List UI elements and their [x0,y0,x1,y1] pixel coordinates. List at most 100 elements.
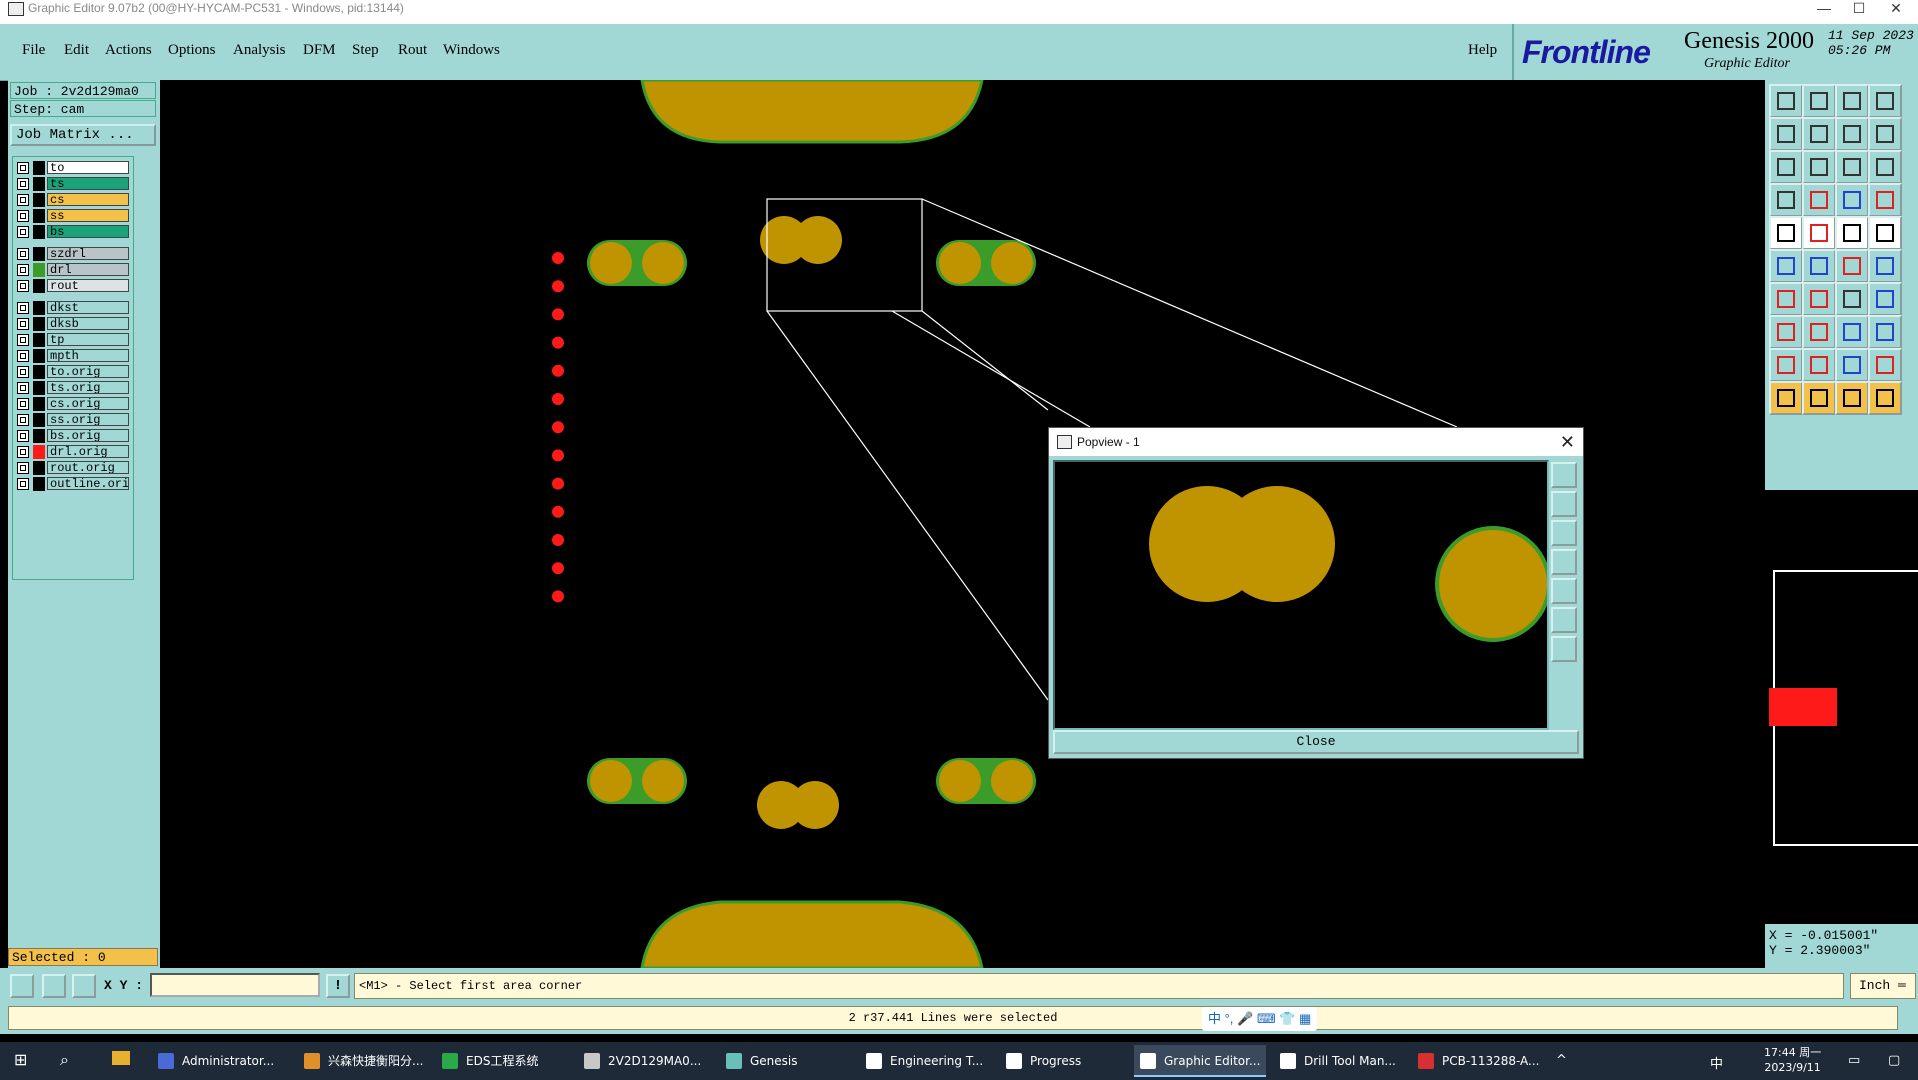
taskbar-app[interactable]: EDS工程系统 [436,1045,570,1077]
pad-icon[interactable] [1769,249,1803,283]
layer-checkbox[interactable] [17,382,29,394]
dot-icon[interactable] [1868,216,1902,250]
taskbar-app[interactable]: Graphic Editor... [1134,1045,1266,1077]
zoom-prev-icon[interactable] [1769,117,1803,151]
job-matrix-button[interactable]: Job Matrix ... [10,124,156,146]
arrow4-icon[interactable] [1868,381,1902,415]
layer-checkbox[interactable] [17,248,29,260]
fit-icon[interactable] [1551,607,1577,633]
measure-icon[interactable] [1868,183,1902,217]
dots-icon[interactable] [1868,249,1902,283]
layer-row[interactable]: bs.orig [13,429,133,443]
fit-icon[interactable] [1769,150,1803,184]
menu-help[interactable]: Help [1468,42,1497,59]
layer-checkbox[interactable] [17,398,29,410]
measure-mode-icon[interactable] [42,974,66,998]
layer-name[interactable]: to.orig [47,365,129,378]
layer-name[interactable]: drl.orig [47,445,129,458]
layer-row[interactable]: to.orig [13,365,133,379]
layer-name[interactable]: rout [47,279,129,292]
arrow3-icon[interactable] [1835,381,1869,415]
layer-checkbox[interactable] [17,318,29,330]
layer-row[interactable]: ss [13,209,133,223]
taskbar-app[interactable]: 2V2D129MA0... [578,1045,712,1077]
group-icon[interactable] [1868,315,1902,349]
insert-icon[interactable] [1835,315,1869,349]
search-icon[interactable]: ⌕ [60,1050,69,1070]
cross-icon[interactable] [1802,249,1836,283]
layer-checkbox[interactable] [17,226,29,238]
panel-icon[interactable] [1868,84,1902,118]
layer-checkbox[interactable] [17,264,29,276]
layer-checkbox[interactable] [17,178,29,190]
tri4-icon[interactable] [1868,348,1902,382]
pan-icon[interactable] [1868,117,1902,151]
move-icon[interactable] [1769,315,1803,349]
popview-close-button[interactable]: Close [1053,730,1579,754]
layer-checkbox[interactable] [17,478,29,490]
layer-checkbox[interactable] [17,162,29,174]
select-icon[interactable] [1769,216,1803,250]
save-icon[interactable] [1802,84,1836,118]
pan-left-icon[interactable] [1551,549,1577,575]
layer-row[interactable]: cs.orig [13,397,133,411]
ruler-icon[interactable] [1835,216,1869,250]
popview-canvas[interactable] [1053,460,1549,730]
zoom-in-icon[interactable] [1835,117,1869,151]
menu-file[interactable]: File [22,42,45,59]
menu-rout[interactable]: Rout [398,42,427,59]
arc-icon[interactable] [1835,282,1869,316]
layer-row[interactable]: szdrl [13,247,133,261]
arrow2-icon[interactable] [1802,381,1836,415]
tray-chevron-icon[interactable]: ^ [1556,1053,1567,1068]
layer-row[interactable]: ss.orig [13,413,133,427]
unit-selector[interactable]: Inch ═ [1850,973,1916,999]
layer-row[interactable]: rout.orig [13,461,133,475]
layer-checkbox[interactable] [17,446,29,458]
maximize-button[interactable]: ☐ [1845,0,1873,18]
snap-mode-icon[interactable] [10,974,34,998]
layer-row[interactable]: to [13,161,133,175]
menu-step[interactable]: Step [352,42,379,59]
layer-checkbox[interactable] [17,350,29,362]
query-icon[interactable] [1868,150,1902,184]
layer-row[interactable]: outline.orig [13,477,133,491]
taskbar-app[interactable]: Genesis [720,1045,850,1077]
start-icon[interactable]: ⊞ [14,1050,27,1069]
home-icon[interactable] [1835,84,1869,118]
menu-edit[interactable]: Edit [64,42,89,59]
arrow-icon[interactable] [1769,381,1803,415]
layer-name[interactable]: to [47,161,129,174]
layer-checkbox[interactable] [17,462,29,474]
layer-name[interactable]: cs.orig [47,397,129,410]
layer-name[interactable]: ss.orig [47,413,129,426]
layer-name[interactable]: cs [47,193,129,206]
taskbar-app[interactable]: Progress [1000,1045,1124,1077]
menu-windows[interactable]: Windows [443,42,500,59]
layer-name[interactable]: mpth [47,349,129,362]
layer-name[interactable]: rout.orig [47,461,129,474]
layer-checkbox[interactable] [17,302,29,314]
tri-icon[interactable] [1769,348,1803,382]
minimize-button[interactable]: — [1810,0,1838,18]
layer-checkbox[interactable] [17,194,29,206]
ime-toolbar[interactable]: 中 °, 🎤 ⌨ 👕 ▦ [1202,1007,1318,1031]
split-icon[interactable] [1868,282,1902,316]
layer-row[interactable]: rout [13,279,133,293]
ratio-icon[interactable] [1835,150,1869,184]
line-icon[interactable] [1802,282,1836,316]
layer-name[interactable]: ts [47,177,129,190]
layer-row[interactable]: bs [13,225,133,239]
widgets-icon[interactable]: ▢ [1888,1053,1900,1068]
popview-close-icon[interactable]: ✕ [1560,428,1575,456]
pan-right-icon[interactable] [1551,578,1577,604]
layer-row[interactable]: drl [13,263,133,277]
layer-checkbox[interactable] [17,210,29,222]
grid-mode-icon[interactable] [72,974,96,998]
overview-map[interactable] [1769,570,1918,846]
layer-name[interactable]: dkst [47,301,129,314]
layer-name[interactable]: outline.orig [47,477,129,490]
menu-options[interactable]: Options [168,42,216,59]
layer-row[interactable]: cs [13,193,133,207]
taskbar-app[interactable]: Drill Tool Man... [1274,1045,1406,1077]
